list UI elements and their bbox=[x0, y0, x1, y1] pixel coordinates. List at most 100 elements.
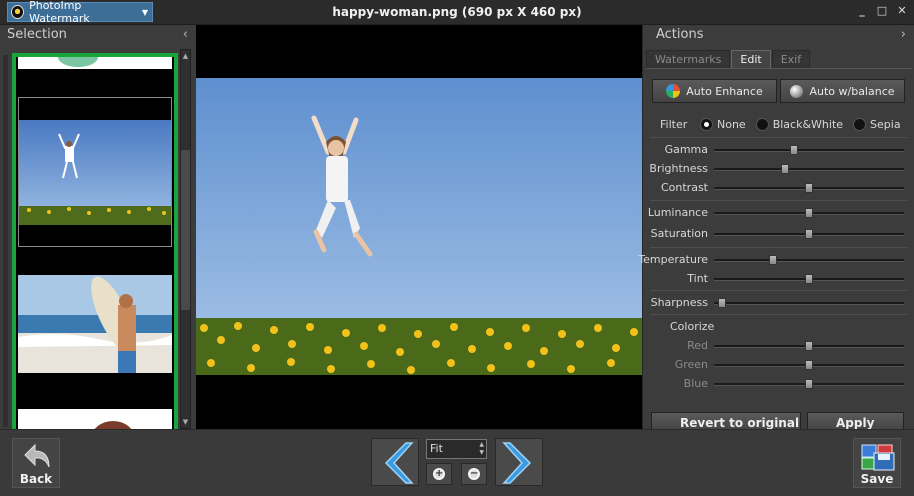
back-label: Back bbox=[19, 472, 53, 486]
blue-slider-knob[interactable] bbox=[805, 379, 813, 389]
green-label: Green bbox=[674, 358, 708, 371]
window-title: happy-woman.png (690 px X 460 px) bbox=[332, 5, 582, 19]
contrast-slider-knob[interactable] bbox=[805, 183, 813, 193]
filter-none-label[interactable]: None bbox=[717, 118, 746, 131]
maximize-button[interactable]: □ bbox=[876, 4, 888, 18]
brightness-slider[interactable] bbox=[714, 164, 904, 174]
gamma-slider[interactable] bbox=[714, 145, 904, 155]
zoom-out-icon: − bbox=[468, 468, 480, 480]
actions-tabs: Watermarks Edit Exif bbox=[646, 50, 811, 68]
spinner-icon[interactable]: ▲ ▼ bbox=[479, 441, 484, 457]
image-canvas[interactable] bbox=[196, 25, 642, 429]
red-slider-knob[interactable] bbox=[805, 341, 813, 351]
green-slider-row: Green bbox=[646, 356, 912, 374]
filter-row: Filter None Black&White Sepia bbox=[646, 115, 912, 133]
filter-label: Filter bbox=[660, 117, 688, 131]
thumbnail-item-selected[interactable] bbox=[18, 97, 172, 247]
tint-slider-knob[interactable] bbox=[805, 274, 813, 284]
sharpness-label: Sharpness bbox=[650, 296, 708, 309]
brightness-slider-knob[interactable] bbox=[781, 164, 789, 174]
contrast-slider[interactable] bbox=[714, 183, 904, 193]
scrollbar-thumb[interactable] bbox=[181, 150, 190, 310]
thumbnail-image bbox=[18, 275, 172, 373]
divider bbox=[650, 314, 908, 315]
thumbnail-item[interactable] bbox=[18, 275, 172, 373]
back-button[interactable]: Back bbox=[12, 438, 60, 488]
thumbnail-image bbox=[18, 57, 172, 69]
selection-panel-header: Selection ‹ bbox=[0, 25, 196, 45]
auto-enhance-label: Auto Enhance bbox=[686, 84, 763, 98]
tab-edit[interactable]: Edit bbox=[731, 50, 771, 68]
green-slider-knob[interactable] bbox=[805, 360, 813, 370]
gamma-slider-knob[interactable] bbox=[790, 145, 798, 155]
filter-bw-radio[interactable] bbox=[755, 117, 769, 131]
luminance-slider[interactable] bbox=[714, 208, 904, 218]
blue-label: Blue bbox=[683, 377, 708, 390]
save-icon bbox=[861, 444, 895, 471]
bottom-toolbar: Back Fit ▲ ▼ + − Save bbox=[0, 429, 914, 496]
brightness-slider-row: Brightness bbox=[646, 160, 912, 178]
divider bbox=[650, 137, 908, 138]
title-bar: PhotoImp Watermark ▼ happy-woman.png (69… bbox=[0, 0, 914, 25]
saturation-label: Saturation bbox=[650, 227, 708, 240]
divider bbox=[650, 290, 908, 291]
selection-panel: Selection ‹ ▲ ▼ bbox=[0, 25, 196, 436]
actions-panel-header: Actions › bbox=[643, 25, 914, 45]
actions-panel-title: Actions bbox=[656, 27, 704, 42]
thumbnail-scrollbar[interactable]: ▲ ▼ bbox=[180, 49, 191, 429]
red-slider[interactable] bbox=[714, 341, 904, 351]
thumbnail-image bbox=[19, 120, 171, 225]
previous-image-button[interactable] bbox=[371, 438, 419, 486]
auto-balance-button[interactable]: Auto w/balance bbox=[780, 79, 905, 103]
temperature-slider-knob[interactable] bbox=[769, 255, 777, 265]
actions-panel: Actions › Watermarks Edit Exif Auto Enha… bbox=[638, 25, 914, 432]
saturation-slider-knob[interactable] bbox=[805, 229, 813, 239]
green-slider[interactable] bbox=[714, 360, 904, 370]
collapse-left-icon[interactable]: ‹ bbox=[183, 25, 188, 45]
scroll-down-icon[interactable]: ▼ bbox=[181, 418, 190, 426]
side-grip bbox=[3, 55, 8, 427]
collapse-right-icon[interactable]: › bbox=[901, 25, 906, 45]
red-slider-row: Red bbox=[646, 337, 912, 355]
temperature-slider-row: Temperature bbox=[638, 251, 912, 269]
tab-exif[interactable]: Exif bbox=[771, 50, 811, 68]
filter-bw-label[interactable]: Black&White bbox=[773, 118, 843, 131]
preview-image bbox=[196, 78, 642, 375]
thumbnail-item[interactable] bbox=[18, 57, 172, 69]
filter-sepia-label[interactable]: Sepia bbox=[870, 118, 901, 131]
zoom-value: Fit bbox=[430, 442, 443, 455]
luminance-slider-knob[interactable] bbox=[805, 208, 813, 218]
filter-sepia-radio[interactable] bbox=[853, 117, 867, 131]
save-label: Save bbox=[860, 472, 894, 486]
thumbnail-strip[interactable] bbox=[12, 53, 178, 436]
auto-enhance-button[interactable]: Auto Enhance bbox=[652, 79, 777, 103]
edit-tab-content: Auto Enhance Auto w/balance Filter None … bbox=[638, 68, 912, 432]
zoom-out-button[interactable]: − bbox=[461, 463, 487, 485]
blue-slider-row: Blue bbox=[646, 375, 912, 393]
back-arrow-icon bbox=[24, 443, 50, 468]
temperature-slider[interactable] bbox=[714, 255, 904, 265]
colorize-label: Colorize bbox=[670, 320, 715, 333]
contrast-label: Contrast bbox=[660, 181, 708, 194]
selection-panel-title: Selection bbox=[7, 27, 67, 42]
scroll-up-icon[interactable]: ▲ bbox=[181, 52, 190, 60]
tint-slider[interactable] bbox=[714, 274, 904, 284]
tint-label: Tint bbox=[687, 272, 708, 285]
minimize-button[interactable]: _ bbox=[856, 4, 868, 18]
zoom-in-button[interactable]: + bbox=[426, 463, 452, 485]
zoom-select[interactable]: Fit ▲ ▼ bbox=[426, 439, 487, 459]
tab-watermarks[interactable]: Watermarks bbox=[646, 50, 731, 68]
filter-none-radio[interactable] bbox=[700, 117, 713, 131]
brightness-label: Brightness bbox=[649, 162, 708, 175]
sharpness-slider-knob[interactable] bbox=[718, 298, 726, 308]
red-label: Red bbox=[687, 339, 708, 352]
save-button[interactable]: Save bbox=[853, 438, 901, 488]
sharpness-slider[interactable] bbox=[714, 298, 904, 308]
divider bbox=[650, 200, 908, 201]
arrow-left-icon bbox=[384, 442, 414, 484]
balance-icon bbox=[790, 84, 804, 98]
close-button[interactable]: ✕ bbox=[896, 4, 908, 18]
next-image-button[interactable] bbox=[495, 438, 543, 486]
saturation-slider[interactable] bbox=[714, 229, 904, 239]
blue-slider[interactable] bbox=[714, 379, 904, 389]
